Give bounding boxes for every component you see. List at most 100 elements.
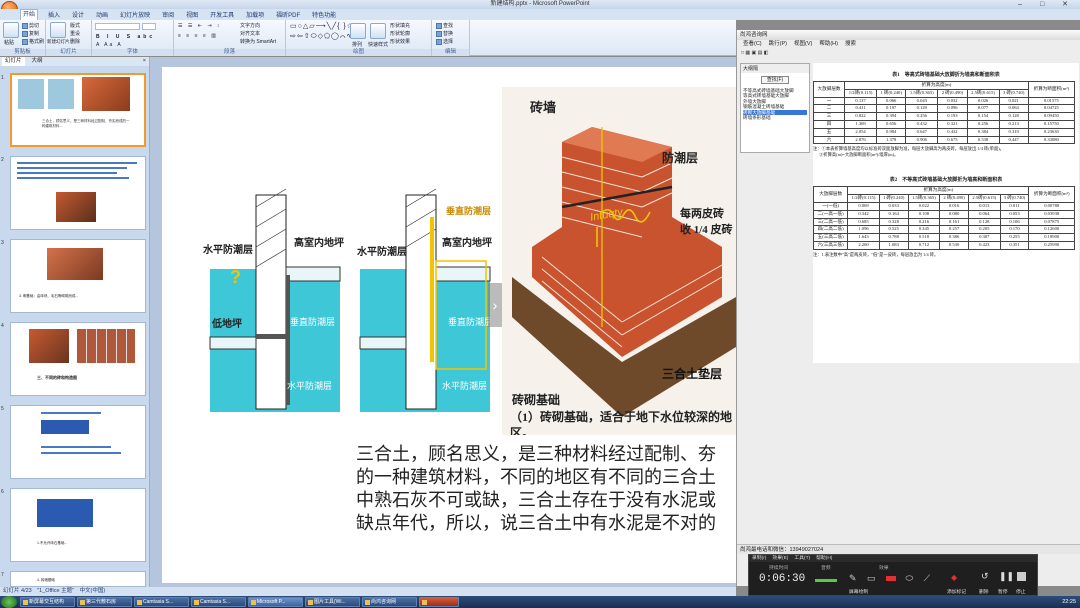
tab-design[interactable]: 设计 (70, 10, 86, 19)
tab-addins[interactable]: 加载项 (244, 10, 266, 19)
title-bar: 新建结构.pptx - Microsoft PowerPoint – □ ✕ (0, 0, 1080, 9)
body-line: 三合土，顾名思义，是三种材料经过配制、夯 (356, 444, 716, 464)
label-horizontal-dp-bottom-2: 水平防潮层 (442, 381, 488, 391)
taskbar-item[interactable]: Camtasia S... (134, 597, 189, 607)
font-size-box[interactable] (142, 23, 156, 30)
tab-animation[interactable]: 动画 (94, 10, 110, 19)
thumb-text-line (17, 177, 129, 179)
menu-help[interactable]: 帮助(H) (819, 40, 838, 49)
layout-button[interactable]: 版式 (70, 22, 80, 29)
tab-developer[interactable]: 开发工具 (208, 10, 236, 19)
taskbar-item[interactable] (419, 597, 459, 607)
delete-button[interactable]: 删除 (70, 38, 80, 45)
menu-search[interactable]: 搜索 (845, 40, 856, 49)
slide-thumbnail-5[interactable] (10, 405, 146, 479)
slide-thumbnail-7[interactable]: 4. 砖墙基础 (10, 571, 146, 587)
table-cell: 0.04725 (1027, 104, 1076, 114)
shape-effects-button[interactable]: 形状效果 (390, 38, 410, 45)
table-cell: 0.423 (968, 240, 1001, 250)
tab-foxit-pdf[interactable]: 福昕PDF (274, 10, 302, 19)
menu-view[interactable]: 查看(C) (743, 40, 762, 49)
slide-thumbnail-6[interactable]: 1.不允许砖石基础... (10, 488, 146, 562)
quick-styles-button[interactable]: 快速样式 (368, 41, 388, 48)
slide-thumbnail-4[interactable]: 三、不同的砖和构造图 (10, 322, 146, 396)
delete-icon[interactable]: ↺ (981, 571, 989, 582)
close-panel-button[interactable]: × (140, 57, 149, 66)
copy-button[interactable]: 复制 (22, 30, 39, 37)
quick-styles-icon[interactable] (370, 23, 386, 39)
select-button[interactable]: 选择 (436, 38, 453, 45)
shape-fill-button[interactable]: 形状填充 (390, 22, 410, 29)
table-cell: 四(二高二低) (812, 225, 849, 235)
slide-canvas[interactable]: 水平防潮层 高室内地坪 ? 低地坪 垂直防潮层 水平防潮层 水平防潮层 垂直防潮… (162, 67, 736, 583)
tab-home[interactable]: 开始 (20, 9, 39, 20)
recorder-toolbar: 录制(r) 效果(E) 工具(T) 帮助(H) 持续时间 0:06:30 音频 … (748, 554, 1038, 596)
font-color-buttons[interactable]: A Aa A (96, 42, 123, 48)
group-label: 绘图 (286, 49, 431, 56)
viewer-toolbar[interactable]: □ ▦ ▣ ▤ ◧ (737, 49, 1080, 57)
th: 2 砖(0.490) (939, 194, 970, 203)
menu-window[interactable]: 视图(V) (794, 40, 812, 49)
font-name-box[interactable] (95, 23, 140, 30)
find-button[interactable]: 查找 (436, 22, 453, 29)
arrange-button[interactable]: 排列 (352, 41, 362, 48)
tab-review[interactable]: 审阅 (160, 10, 176, 19)
menu-jump[interactable]: 跳行(P) (769, 40, 787, 49)
taskbar-item[interactable]: 第三代敷石房 (77, 597, 132, 607)
tab-outline[interactable]: 大纲 (29, 57, 46, 66)
tab-features[interactable]: 特色功能 (310, 10, 338, 19)
align-buttons[interactable]: ≡ ≡ ≡ ≡ ▥ (178, 33, 218, 39)
list-buttons[interactable]: ☰ ☰ ⇤ ⇥ ↕ (178, 23, 221, 29)
chevron-right-icon[interactable]: › (488, 283, 502, 327)
recorder-menu-item[interactable]: 效果(E) (772, 555, 788, 562)
taskbar-item[interactable]: 图片工具(Wi... (305, 597, 360, 607)
paste-button[interactable]: 粘贴 (4, 39, 14, 46)
taskbar-item-active[interactable]: Microsoft P... (248, 597, 303, 607)
table-cell: 0.647 (905, 127, 939, 137)
slide-number: 6 (1, 489, 4, 495)
paste-icon[interactable] (3, 22, 19, 38)
cut-button[interactable]: 剪切 (22, 22, 39, 29)
taskbar-item[interactable]: Camtasia S... (191, 597, 246, 607)
shapes-gallery-row2[interactable]: ⇨⇦⇧⬭◇⬠◯⌒∿ (290, 32, 353, 41)
slide-thumbnail-3[interactable]: 3. 明基础：由砖块、毛石等砌筑而成... (10, 239, 146, 313)
taskbar-item[interactable]: 新屏幕交互结构 (20, 597, 75, 607)
nav-item[interactable]: 砖墙条形基础 (743, 115, 807, 120)
tab-insert[interactable]: 插入 (46, 10, 62, 19)
table-cell: 0.432 (937, 127, 968, 137)
text-direction-button[interactable]: 文字方向 (240, 22, 260, 29)
tab-view[interactable]: 视图 (184, 10, 200, 19)
thumb-diagram (18, 79, 44, 109)
start-button[interactable] (1, 596, 17, 608)
recorder-menu-item[interactable]: 帮助(H) (816, 555, 832, 562)
align-text-button[interactable]: 对齐文本 (240, 30, 260, 37)
shapes-gallery[interactable]: ▭○△▱⟶╲╱{ }☆ (290, 22, 354, 30)
slide-thumbnail-2[interactable] (10, 156, 146, 230)
window-controls[interactable]: – □ ✕ (1018, 0, 1076, 9)
table1-notes: 注：①本表折算墙基高度均以标准砖双面放脚为准，每层大放脚高为两皮砖，每层放出 1… (813, 146, 1079, 158)
taskbar-item[interactable]: 尚鸿咨询网 (362, 597, 417, 607)
slide-number: 4 (1, 323, 4, 329)
new-slide-icon[interactable] (50, 22, 66, 38)
slide-thumbnail-1[interactable]: 三合土，顾名思义，是三种材料经过配制、夯实而成的一种建筑材料... (10, 73, 146, 147)
outline-nav-pane: 大纲隔 查找(F) 不等高式砖墙基础大放脚 等高式砖墙基础大放脚 外墙大放脚 钢… (740, 63, 810, 153)
tab-slides[interactable]: 幻灯片 (2, 57, 25, 66)
font-style-buttons[interactable]: B I U S abc (96, 34, 155, 40)
recorder-menu-item[interactable]: 工具(T) (794, 555, 810, 562)
replace-button[interactable]: 替换 (436, 30, 453, 37)
format-painter-button[interactable]: 格式刷 (22, 38, 44, 45)
new-slide-button[interactable]: 新建幻灯片 (47, 39, 70, 45)
stop-icon[interactable] (1017, 572, 1026, 581)
arrange-icon[interactable] (350, 23, 366, 39)
reset-button[interactable]: 重设 (70, 30, 80, 37)
red-color-swatch[interactable] (886, 576, 896, 581)
recorder-menu-item[interactable]: 录制(r) (752, 555, 766, 562)
marker-icon[interactable]: ◆ (951, 573, 957, 582)
shape-outline-button[interactable]: 形状轮廓 (390, 30, 410, 37)
pause-icon[interactable]: ❚❚ (999, 571, 1014, 582)
tab-slideshow[interactable]: 幻灯片放映 (118, 10, 152, 19)
label-damp-proof: 防潮层 (662, 151, 699, 165)
smartart-button[interactable]: 转换为 SmartArt (240, 38, 276, 45)
label-horizontal-dp-1: 水平防潮层 (203, 245, 253, 256)
find-button[interactable]: 查找(F) (761, 76, 789, 84)
